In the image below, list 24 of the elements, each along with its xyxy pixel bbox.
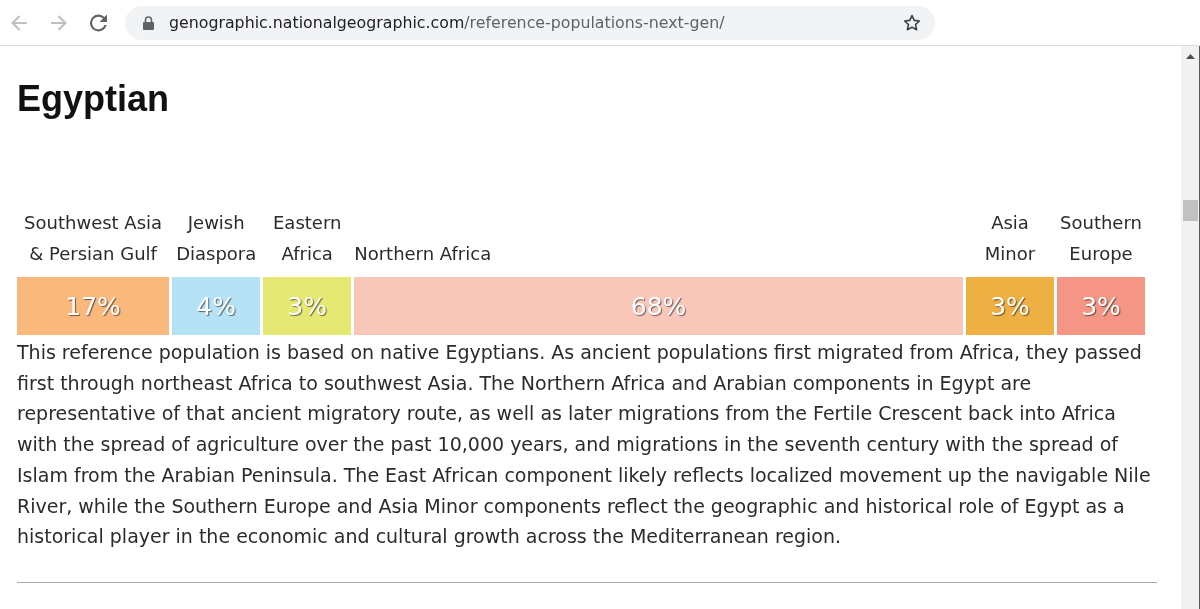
address-bar[interactable]: genographic.nationalgeographic.com/reference-populations-next-gen/ [125, 5, 935, 40]
right-arrow-icon [50, 13, 68, 32]
region-label: Eastern Africa [272, 211, 343, 266]
lock-icon [143, 15, 154, 30]
bar-segment: 17% [17, 277, 170, 335]
region-label: Southern Europe [1059, 211, 1143, 266]
left-arrow-icon [11, 13, 29, 32]
bar-segment: 68% [354, 277, 963, 335]
region-label: Southwest Asia & Persian Gulf [23, 211, 164, 266]
scrollbar-track[interactable] [1181, 46, 1199, 609]
star-icon[interactable] [903, 13, 921, 32]
region-label: Jewish Diaspora [175, 211, 258, 266]
up-arrow-icon[interactable] [1185, 54, 1195, 59]
page-title: Egyptian [17, 79, 169, 119]
region-label: Asia Minor [983, 211, 1037, 266]
bar-segment: 3% [1057, 277, 1145, 335]
bar-segment: 3% [263, 277, 352, 335]
region-label: Northern Africa [354, 242, 492, 266]
reload-icon [89, 13, 107, 32]
description-text: This reference population is based on native Egyptians. As ancient populations first migrated from Africa, they passed first through northeast Africa to southwest Asia. The Northern Africa and Arabian components in Egypt are representative of that ancient migratory route, as well as later migrations from the Fertile Crescent back into Africa with the spread of agriculture over the past 10,000 years, and migrations in the seventh century with the spread of Islam from the Arabian Peninsula. The East African component likely reflects localized movement up the navigable Nile River, while the Southern Europe and Asia Minor components reflect the geographic and historical role of Egypt as a historical player in the economic and cultural growth across the Mediterranean region. [17, 340, 1152, 550]
url-text: genographic.nationalgeographic.com/reference-populations-next-gen/ [169, 13, 726, 32]
scrollbar-thumb[interactable] [1182, 200, 1198, 221]
bar-segment: 4% [172, 277, 261, 335]
bar-segment: 3% [966, 277, 1054, 335]
